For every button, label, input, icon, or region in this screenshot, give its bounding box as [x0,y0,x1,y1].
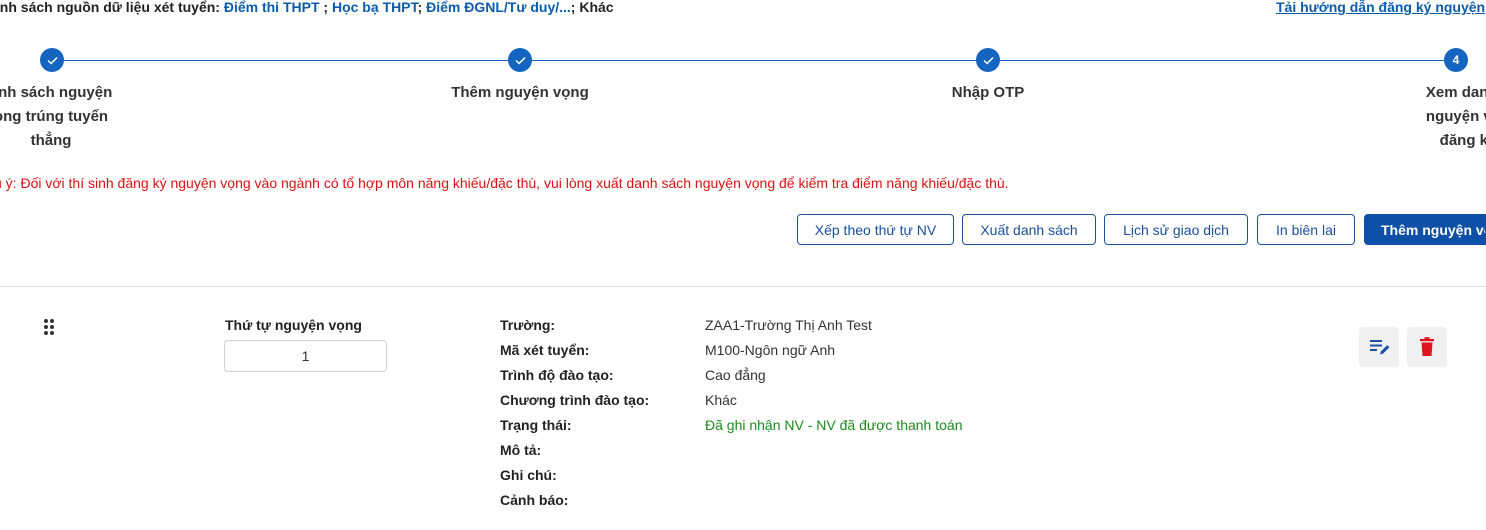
source-link-thpt-exam[interactable]: Điểm thi THPT [224,0,320,15]
step-1-label-text: anh sách nguyện ọng trúng tuyển thẳng [0,84,113,149]
drag-handle-icon[interactable] [43,318,55,336]
stepper-line [52,60,1456,61]
step-3-indicator [976,48,1000,72]
field-value-admission-code: M100-Ngôn ngữ Anh [705,342,836,358]
warning-note: u ý: Đối với thí sinh đăng ký nguyện vọn… [0,175,1009,191]
check-icon [983,56,993,64]
field-label-warning: Cảnh báo: [500,492,569,508]
field-value-program: Khác [705,392,737,408]
source-sep: ; [319,0,332,15]
field-label-program: Chương trình đào tạo: [500,392,650,408]
delete-wish-button[interactable] [1407,327,1447,367]
section-divider [0,286,1486,287]
source-other: Khác [579,0,614,15]
edit-list-icon [1370,340,1390,355]
export-list-button[interactable]: Xuất danh sách [962,214,1096,245]
field-label-training-level: Trình độ đào tạo: [500,367,614,383]
field-label-school: Trường: [500,317,556,333]
step-4-label-text: Xem danh s nguyện vọn đăng ký [1425,84,1486,149]
step-1-indicator [40,48,64,72]
edit-wish-button[interactable] [1359,327,1399,367]
step-2-label: Thêm nguyện vọng [451,84,589,101]
field-label-admission-code: Mã xét tuyển: [500,342,590,358]
field-label-status: Trạng thái: [500,417,572,433]
download-guide-link[interactable]: Tải hướng dẫn đăng ký nguyện [1276,0,1485,15]
add-wish-button[interactable]: Thêm nguyện vọ [1364,214,1486,245]
step-3-label: Nhập OTP [951,84,1025,101]
check-icon [47,56,57,64]
field-label-notes: Ghi chú: [500,467,557,483]
step-1-label: anh sách nguyện ọng trúng tuyển thẳng [0,81,122,153]
step-2-indicator [508,48,532,72]
step-4-number: 4 [1452,53,1460,67]
transaction-history-button[interactable]: Lịch sử giao dịch [1104,214,1248,245]
field-label-description: Mô tả: [500,442,542,458]
step-4-indicator: 4 [1444,48,1468,72]
check-icon [515,56,525,64]
field-value-training-level: Cao đẳng [705,367,766,383]
wish-order-input[interactable] [224,340,387,372]
source-sep: ; [417,0,427,15]
field-value-status: Đã ghi nhận NV - NV đã được thanh toán [705,417,963,433]
wish-order-label: Thứ tự nguyện vọng [225,317,362,333]
source-link-transcript[interactable]: Học bạ THPT [332,0,418,15]
trash-icon [1420,337,1434,356]
source-prefix: anh sách nguồn dữ liệu xét tuyển: [0,0,224,15]
print-receipt-button[interactable]: In biên lai [1257,214,1355,245]
field-value-school: ZAA1-Trường Thị Anh Test [705,317,872,333]
data-source-line: anh sách nguồn dữ liệu xét tuyển: Điểm t… [0,0,614,15]
step-4-label: Xem danh s nguyện vọn đăng ký [1398,81,1486,153]
sort-by-order-button[interactable]: Xếp theo thứ tự NV [797,214,954,245]
source-link-aptitude[interactable]: Điểm ĐGNL/Tư duy/... [426,0,571,15]
